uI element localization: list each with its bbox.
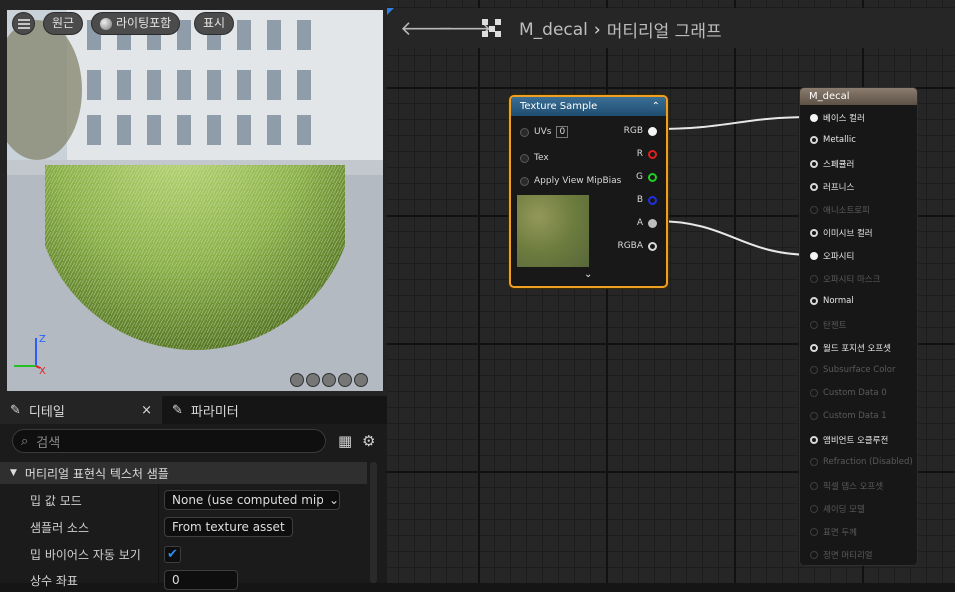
pin-label: Refraction (Disabled) <box>823 457 913 467</box>
material-input-pin[interactable]: 픽셀 뎁스 오프셋 <box>810 480 883 492</box>
material-input-pin[interactable]: 셰이딩 모델 <box>810 503 865 515</box>
output-pin-g[interactable]: G <box>636 172 657 182</box>
output-pin-rgb[interactable]: RGB <box>624 126 657 136</box>
pin-socket-icon[interactable] <box>810 458 818 466</box>
pin-label: 표면 두께 <box>823 528 857 538</box>
pin-socket-icon[interactable] <box>648 126 657 136</box>
pin-label: B <box>636 195 643 205</box>
pin-label: 오파시티 마스크 <box>823 275 881 285</box>
pin-socket-icon[interactable] <box>520 127 529 137</box>
pin-label: Tex <box>534 153 549 163</box>
material-input-pin[interactable]: 앰비언트 오클루전 <box>810 434 888 446</box>
pin-socket-icon[interactable] <box>810 206 818 214</box>
pin-socket-icon[interactable] <box>648 172 657 182</box>
pin-label: 오파시티 <box>823 252 855 262</box>
pin-socket-icon[interactable] <box>810 436 818 444</box>
pin-label: R <box>636 149 643 159</box>
material-input-pin[interactable]: Custom Data 1 <box>810 411 887 421</box>
pin-socket-icon[interactable] <box>648 218 657 228</box>
material-input-pin[interactable]: 오파시티 마스크 <box>810 273 880 285</box>
material-input-pin[interactable]: Subsurface Color <box>810 365 896 375</box>
pin-socket-icon[interactable] <box>810 528 818 536</box>
pin-label: Custom Data 1 <box>823 411 887 421</box>
texture-thumbnail <box>517 195 589 267</box>
material-input-pin[interactable]: 정면 머티리얼 <box>810 549 873 561</box>
material-input-pin[interactable]: 러프니스 <box>810 181 854 193</box>
pin-label: A <box>636 218 643 228</box>
pin-socket-icon[interactable] <box>648 241 657 251</box>
output-pin-rgba[interactable]: RGBA <box>617 241 657 251</box>
pin-socket-icon[interactable] <box>810 136 818 144</box>
material-result-node[interactable]: M_decal 베이스 컬러 Metallic 스페큘러러프니스애니소트로피이미시브… <box>799 87 918 566</box>
pin-label: 정면 머티리얼 <box>823 551 873 561</box>
pin-socket-icon[interactable] <box>810 275 818 283</box>
material-input-pin[interactable]: Custom Data 0 <box>810 388 887 398</box>
uvs-index-input[interactable]: 0 <box>556 126 569 138</box>
pin-socket-icon[interactable] <box>810 551 818 559</box>
material-input-pin[interactable]: 애니소트로피 <box>810 204 870 216</box>
output-pin-b[interactable]: B <box>637 195 657 205</box>
pin-socket-icon[interactable] <box>520 176 529 186</box>
pin-label: 픽셀 뎁스 오프셋 <box>823 482 884 492</box>
pin-socket-icon[interactable] <box>810 297 818 305</box>
output-pin-a[interactable]: A <box>637 218 657 228</box>
expand-chevron-icon[interactable]: ⌄ <box>584 269 592 280</box>
material-input-pin[interactable]: 표면 두께 <box>810 526 857 538</box>
pin-label: 베이스 컬러 <box>823 114 865 124</box>
node-header[interactable]: Texture Sample ⌃ <box>511 97 666 116</box>
pin-label: 월드 포지션 오프셋 <box>823 344 891 354</box>
input-pin-tex[interactable]: Tex <box>520 153 549 163</box>
pin-label: 러프니스 <box>823 183 855 193</box>
node-header[interactable]: M_decal <box>800 88 917 105</box>
pin-label: Custom Data 0 <box>823 388 887 398</box>
material-input-pin[interactable]: 이미시브 컬러 <box>810 227 873 239</box>
pin-label: Metallic <box>823 135 856 145</box>
material-input-pin[interactable]: 베이스 컬러 <box>810 112 865 124</box>
node-title: M_decal <box>809 91 850 102</box>
pin-socket-icon[interactable] <box>810 114 818 122</box>
pin-socket-icon[interactable] <box>810 252 818 260</box>
pin-socket-icon[interactable] <box>648 195 657 205</box>
pin-label: RGBA <box>617 241 643 251</box>
pin-socket-icon[interactable] <box>810 505 818 513</box>
pin-socket-icon[interactable] <box>810 412 818 420</box>
pin-socket-icon[interactable] <box>810 160 818 168</box>
chevron-up-icon[interactable]: ⌃ <box>652 97 660 116</box>
pin-socket-icon[interactable] <box>810 344 818 352</box>
pin-socket-icon[interactable] <box>648 149 657 159</box>
pin-label: Subsurface Color <box>823 365 896 375</box>
pin-label: 셰이딩 모델 <box>823 505 865 515</box>
pin-socket-icon[interactable] <box>810 229 818 237</box>
material-input-pin[interactable]: 탄젠트 <box>810 319 846 331</box>
pin-socket-icon[interactable] <box>810 321 818 329</box>
pin-label: G <box>636 172 643 182</box>
pin-label: UVs <box>534 127 552 137</box>
pin-socket-icon[interactable] <box>810 482 818 490</box>
pin-label: 스페큘러 <box>823 160 855 170</box>
material-input-pin[interactable]: Normal <box>810 296 854 306</box>
input-pin-apply-view-mipbias[interactable]: Apply View MipBias <box>520 176 621 186</box>
pin-label: Apply View MipBias <box>534 176 622 186</box>
input-pin-uvs[interactable]: UVs 0 <box>520 126 569 138</box>
material-input-pin[interactable]: 오파시티 <box>810 250 854 262</box>
material-input-pin[interactable]: 스페큘러 <box>810 158 854 170</box>
pin-label: 이미시브 컬러 <box>823 229 873 239</box>
output-pin-r[interactable]: R <box>637 149 657 159</box>
pin-label: RGB <box>623 126 643 136</box>
material-input-pin[interactable]: Metallic <box>810 135 856 145</box>
pin-socket-icon[interactable] <box>810 366 818 374</box>
pin-label: Normal <box>823 296 854 306</box>
material-input-pin[interactable]: Refraction (Disabled) <box>810 457 913 467</box>
pin-socket-icon[interactable] <box>520 153 529 163</box>
pin-label: 애니소트로피 <box>823 206 870 216</box>
pin-socket-icon[interactable] <box>810 389 818 397</box>
material-input-pin[interactable]: 월드 포지션 오프셋 <box>810 342 891 354</box>
node-title: Texture Sample <box>520 101 598 112</box>
pin-socket-icon[interactable] <box>810 183 818 191</box>
texture-sample-node[interactable]: Texture Sample ⌃ UVs 0 Tex Apply View Mip… <box>509 95 668 288</box>
pin-label: 탄젠트 <box>823 321 847 331</box>
pin-label: 앰비언트 오클루전 <box>823 436 889 446</box>
